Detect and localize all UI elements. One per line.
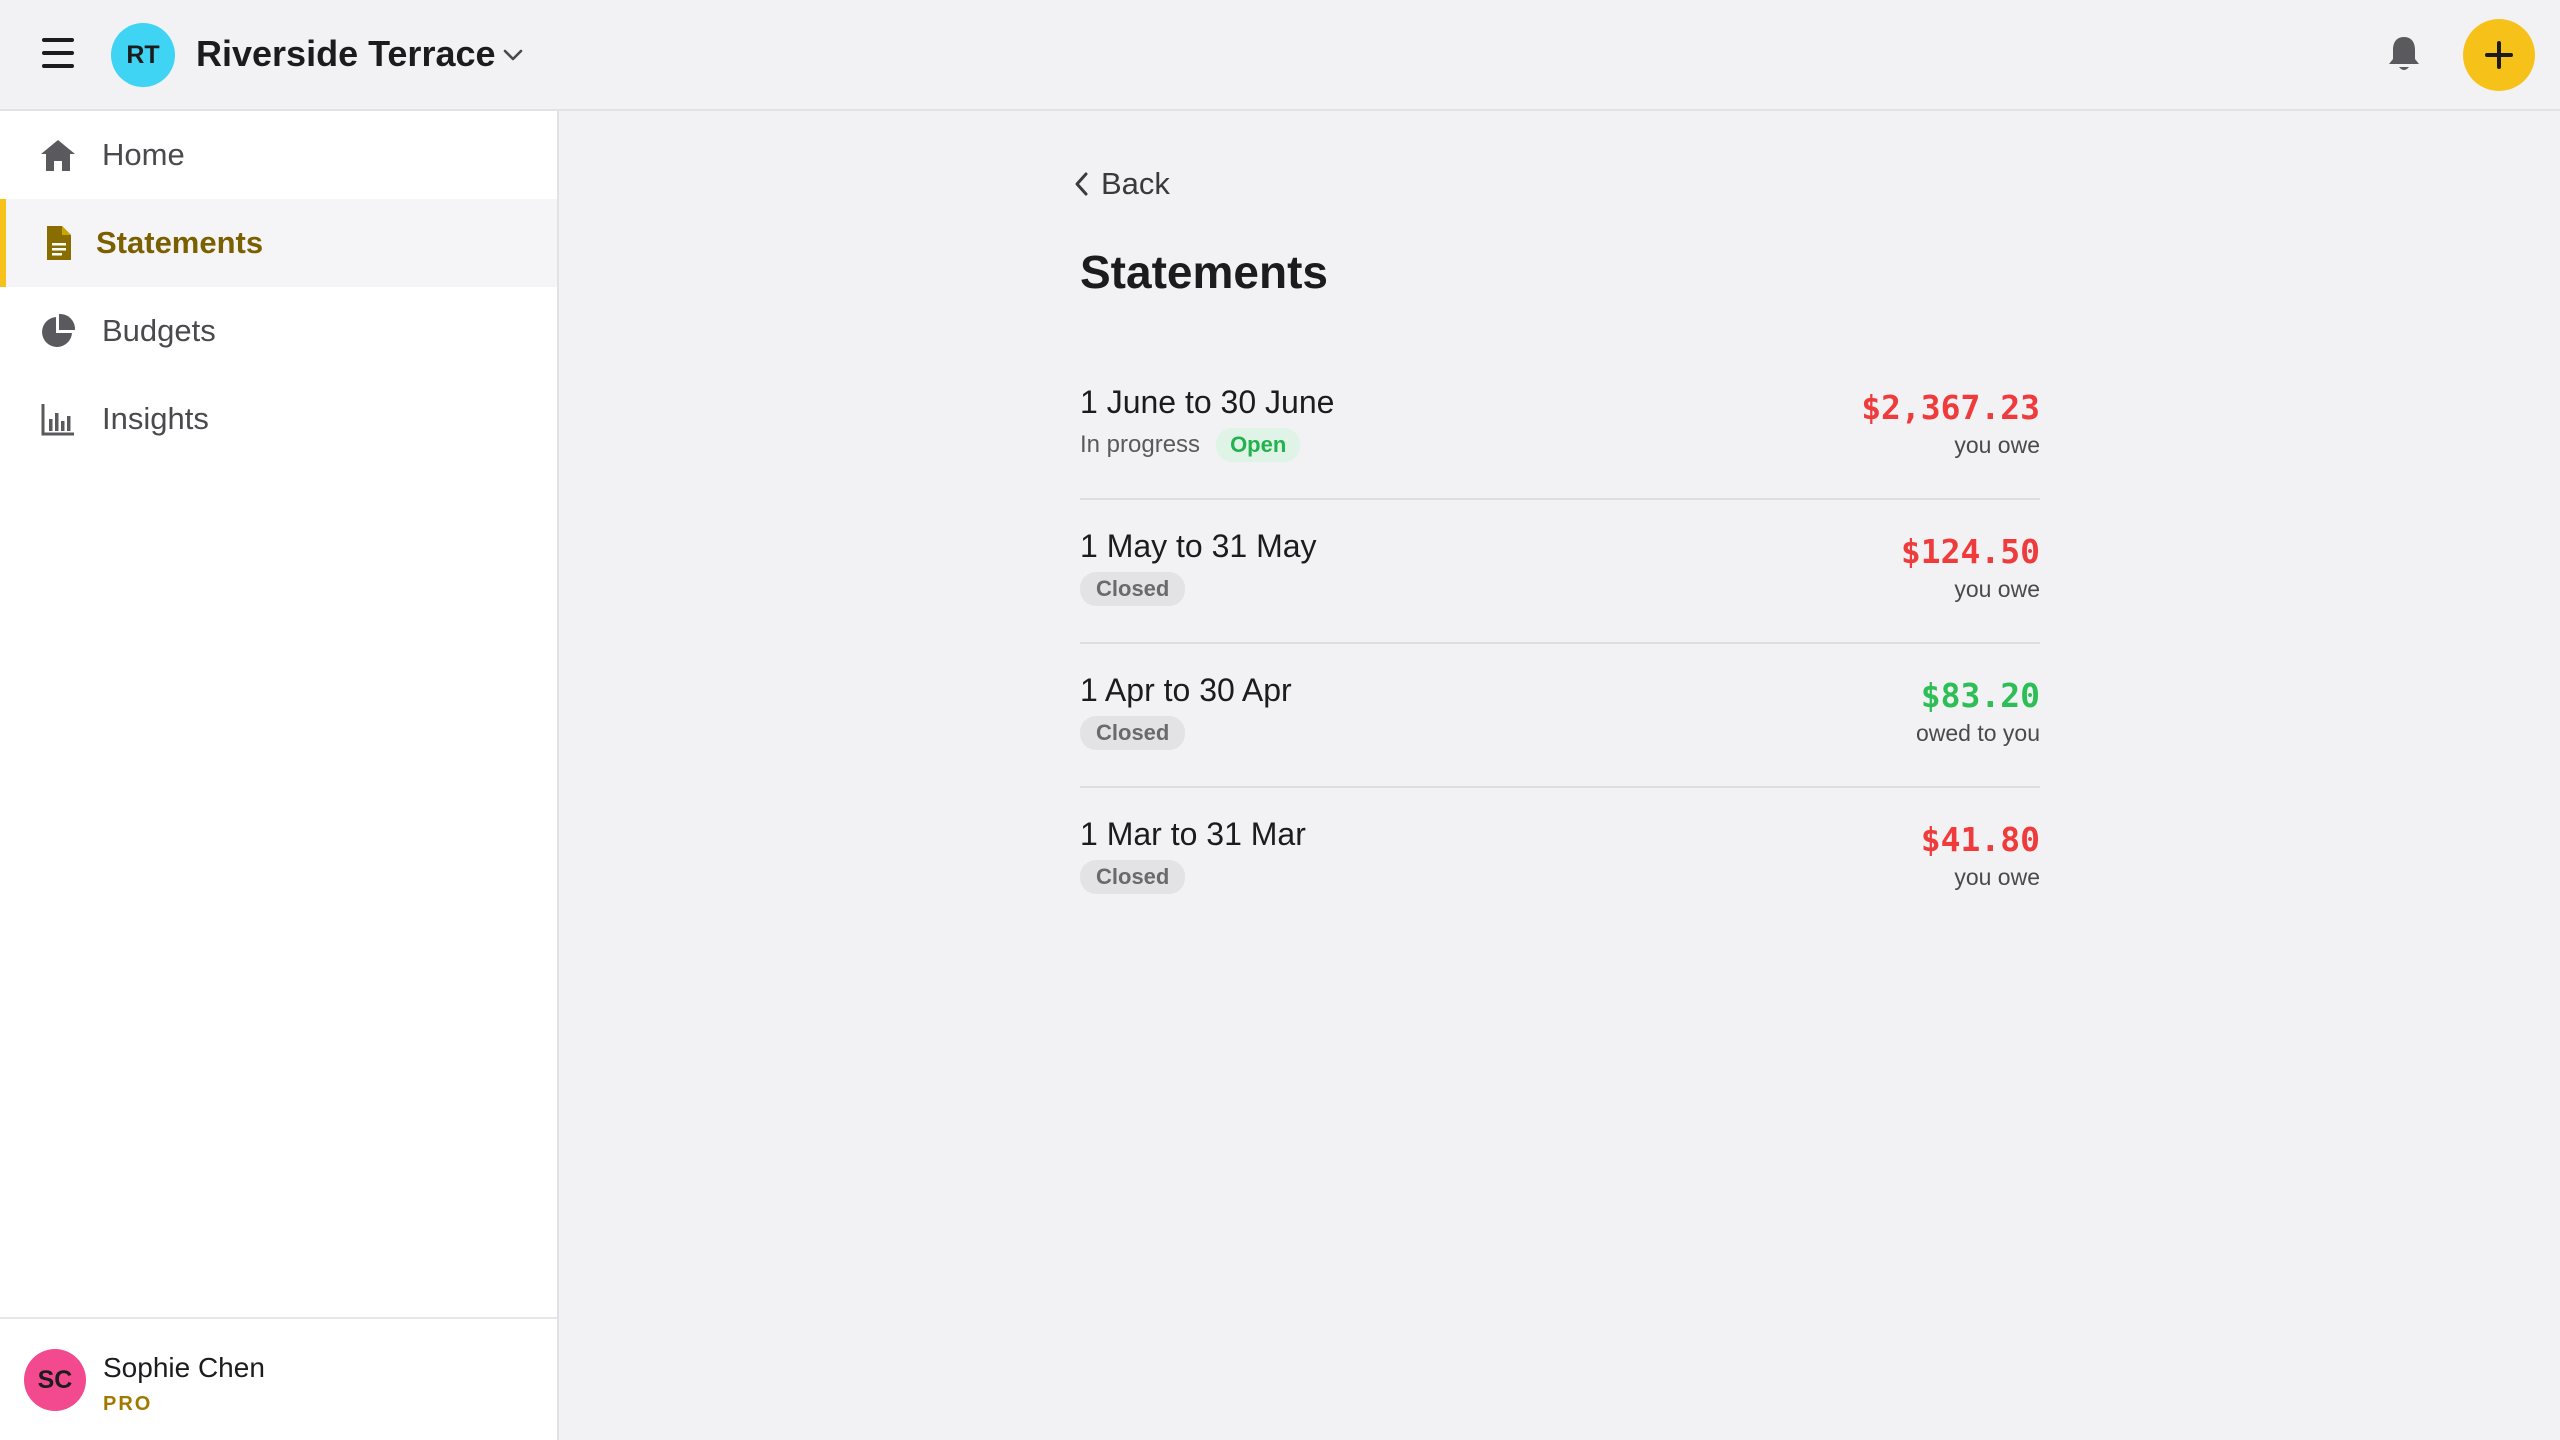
progress-text: In progress [1080,431,1201,458]
statement-note: you owe [1954,864,2040,890]
statement-status: Closed [1080,860,1186,894]
add-button[interactable] [2463,19,2535,91]
statement-amount: $41.80 [1920,820,2040,859]
home-icon [41,140,75,171]
statement-note: you owe [1954,432,2040,458]
group-name[interactable]: Riverside Terrace [196,33,496,75]
statement-period: 1 May to 31 May [1080,528,1317,564]
statement-status: In progress Open [1080,428,1301,462]
statement-amount: $2,367.23 [1861,388,2040,427]
statement-status: Closed [1080,716,1186,750]
back-label: Back [1101,166,1170,201]
sidebar: Home Statements Budgets Insights SC Soph… [0,111,559,1440]
back-button[interactable]: Back [1071,164,1170,204]
statement-list: 1 June to 30 June In progress Open $2,36… [1080,356,2040,932]
status-badge: Open [1216,428,1301,462]
sidebar-item-home[interactable]: Home [0,111,557,199]
sidebar-item-label: Home [102,137,185,172]
sidebar-item-label: Insights [102,401,209,436]
top-bar: RT Riverside Terrace [0,0,2560,111]
chevron-down-icon[interactable] [498,40,528,70]
status-badge: Closed [1080,572,1186,606]
sidebar-item-statements[interactable]: Statements [0,199,557,287]
hamburger-menu-icon[interactable] [40,38,76,72]
statement-period: 1 June to 30 June [1080,384,1335,420]
user-name: Sophie Chen [103,1352,265,1383]
document-icon [47,226,71,260]
sidebar-item-insights[interactable]: Insights [0,375,557,463]
statement-row[interactable]: 1 Mar to 31 Mar Closed $41.80 you owe [1080,788,2040,932]
page-title: Statements [1080,246,1328,298]
group-avatar[interactable]: RT [111,23,175,87]
statement-period: 1 Mar to 31 Mar [1080,816,1306,852]
status-badge: Closed [1080,860,1186,894]
statement-amount: $83.20 [1920,676,2040,715]
sidebar-item-label: Statements [96,225,264,260]
statement-row[interactable]: 1 May to 31 May Closed $124.50 you owe [1080,500,2040,644]
statement-amount: $124.50 [1900,532,2040,571]
plan-badge: PRO [103,1393,153,1415]
plus-icon [2485,41,2513,69]
sidebar-item-label: Budgets [102,313,216,348]
statement-row[interactable]: 1 Apr to 30 Apr Closed $83.20 owed to yo… [1080,644,2040,788]
statement-note: you owe [1954,576,2040,602]
chevron-left-icon [1075,172,1088,196]
statement-status: Closed [1080,572,1186,606]
bell-icon[interactable] [2384,33,2424,75]
sidebar-item-budgets[interactable]: Budgets [0,287,557,375]
pie-chart-icon [42,313,76,347]
status-badge: Closed [1080,716,1186,750]
avatar[interactable]: SC [24,1349,86,1411]
bar-chart-icon [41,404,74,436]
user-profile: SC Sophie Chen PRO [0,1317,557,1440]
statement-row[interactable]: 1 June to 30 June In progress Open $2,36… [1080,356,2040,500]
statement-note: owed to you [1915,720,2040,746]
statement-period: 1 Apr to 30 Apr [1080,672,1292,708]
